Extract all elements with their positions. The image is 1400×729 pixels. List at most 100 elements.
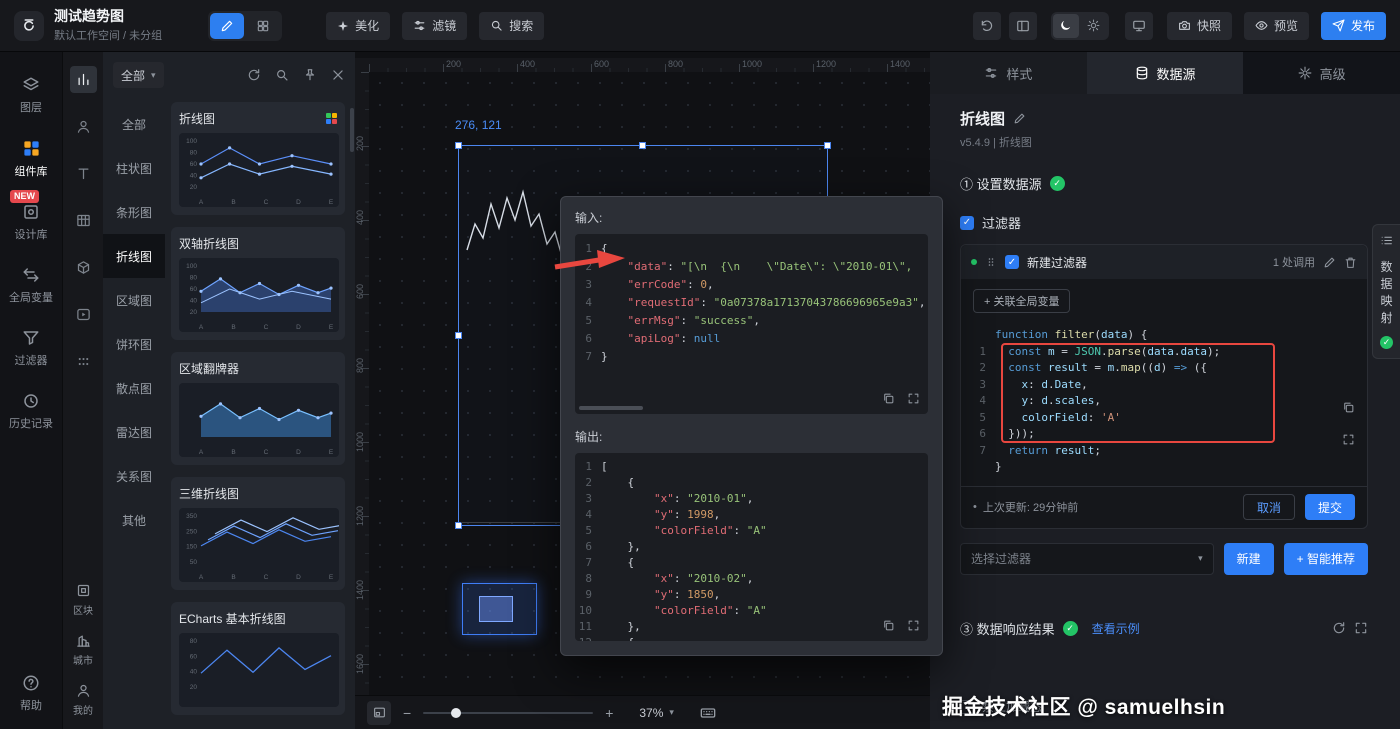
refresh-response-icon[interactable]	[1332, 621, 1346, 635]
beautify-button[interactable]: 美化	[326, 11, 391, 40]
display-adapt-button[interactable]	[1124, 11, 1153, 40]
filter-effects-button[interactable]: 滤镜	[402, 11, 468, 40]
category-item-柱状图[interactable]: 柱状图	[103, 146, 165, 190]
rail-media-button[interactable]	[70, 301, 97, 328]
widget-mode-button[interactable]	[246, 13, 280, 39]
dark-theme-button[interactable]	[1052, 13, 1079, 38]
new-filter-button[interactable]: 新建	[1223, 542, 1274, 575]
category-item-条形图[interactable]: 条形图	[103, 190, 165, 234]
rail-more-button[interactable]	[70, 348, 97, 375]
copy-code-icon[interactable]	[1342, 401, 1355, 417]
rename-icon[interactable]	[1013, 112, 1026, 125]
zoom-slider-knob[interactable]	[451, 707, 462, 718]
sidebar-item-layers[interactable]: 图层	[0, 76, 62, 115]
keyboard-shortcuts-button[interactable]	[700, 705, 716, 721]
resize-handle-n[interactable]	[639, 142, 646, 149]
expand-input-icon[interactable]	[907, 392, 920, 408]
search-panel-icon[interactable]	[275, 68, 289, 82]
horizontal-scrollbar[interactable]	[579, 406, 643, 410]
link-global-variable-button[interactable]: + 关联全局变量	[973, 289, 1071, 313]
category-item-区域图[interactable]: 区域图	[103, 278, 165, 322]
minimap-button[interactable]	[367, 700, 391, 725]
zoom-slider[interactable]	[423, 707, 594, 718]
sidebar-item-design-lib[interactable]: NEW 设计库	[0, 190, 62, 242]
category-item-散点图[interactable]: 散点图	[103, 366, 165, 410]
component-card-双轴折线图[interactable]: 双轴折线图 100 80 60 40 20 A B C D E	[171, 227, 345, 340]
component-card-区域翻牌器[interactable]: 区域翻牌器 A B C D E	[171, 352, 345, 465]
submit-button[interactable]: 提交	[1304, 494, 1355, 520]
rail-3d-button[interactable]	[70, 254, 97, 281]
rail-people-button[interactable]	[70, 113, 97, 140]
scope-select[interactable]: 全部 ▾	[113, 62, 164, 88]
rail-charts-button[interactable]	[69, 66, 97, 93]
category-item-其他[interactable]: 其他	[103, 498, 165, 542]
collapse-icon[interactable]	[1354, 621, 1368, 635]
close-icon[interactable]	[331, 68, 345, 82]
sidebar-item-filters[interactable]: 过滤器	[0, 329, 62, 368]
chevron-down-icon: ▾	[669, 707, 674, 717]
drag-grip-icon[interactable]	[985, 256, 997, 268]
layout-columns-button[interactable]	[1008, 11, 1037, 40]
filter-toggle-row: 过滤器	[960, 213, 1368, 232]
filter-toggle-checkbox[interactable]	[960, 215, 974, 230]
sidebar-item-history[interactable]: 历史记录	[0, 392, 62, 431]
category-item-折线图[interactable]: 折线图	[103, 234, 165, 278]
snapshot-button[interactable]: 快照	[1166, 11, 1232, 40]
resize-handle-nw[interactable]	[455, 142, 462, 149]
code-line: 3 "x": "2010-01",	[585, 492, 754, 505]
filter-code-editor[interactable]: function filter(data) {1 const m = JSON.…	[973, 323, 1355, 482]
refresh-icon[interactable]	[247, 68, 261, 82]
layout-columns-icon	[1016, 19, 1030, 33]
svg-text:E: E	[329, 199, 334, 206]
component-title: 折线图	[960, 111, 1006, 128]
expand-code-icon[interactable]	[1342, 433, 1355, 449]
rail-text-button[interactable]	[70, 160, 97, 187]
light-theme-button[interactable]	[1081, 14, 1107, 38]
view-example-link[interactable]: 查看示例	[1092, 620, 1140, 637]
zoom-level-select[interactable]: 37% ▾	[639, 706, 674, 720]
resize-handle-w[interactable]	[455, 331, 462, 339]
edit-mode-button[interactable]	[210, 12, 245, 39]
data-mapping-rail[interactable]: 数据映射	[1372, 224, 1400, 359]
preview-button[interactable]: 预览	[1243, 11, 1309, 40]
tab-advanced[interactable]: 高级	[1243, 52, 1400, 94]
filter-input-editor[interactable]: 1{2 "data": "[\n {\n \"Date\": \"2010-01…	[575, 234, 928, 414]
filter-enabled-checkbox[interactable]	[1005, 255, 1019, 269]
tab-style[interactable]: 样式	[930, 52, 1087, 94]
zoom-out-button[interactable]: −	[403, 705, 411, 721]
smart-recommend-button[interactable]: + 智能推荐	[1283, 542, 1368, 575]
rail-mine-item[interactable]: 我的	[73, 683, 93, 717]
search-button[interactable]: 搜索	[479, 11, 545, 40]
component-card-ECharts 基本折线图[interactable]: ECharts 基本折线图 80 60 40 20	[171, 602, 345, 715]
component-card-折线图[interactable]: 折线图 100 80 60 40 20 A B C D E	[171, 102, 345, 215]
history-button[interactable]	[972, 11, 1001, 40]
canvas-secondary-component[interactable]	[462, 583, 537, 635]
pin-icon[interactable]	[303, 68, 317, 82]
zoom-in-button[interactable]: +	[605, 705, 613, 721]
delete-filter-icon[interactable]	[1344, 256, 1357, 269]
app-logo[interactable]	[14, 10, 44, 41]
rail-city-item[interactable]: 城市	[73, 633, 93, 667]
cancel-button[interactable]: 取消	[1242, 494, 1295, 520]
rail-block-item[interactable]: 区块	[73, 583, 93, 617]
expand-output-icon[interactable]	[907, 619, 920, 635]
panel-scrollbar[interactable]	[350, 108, 354, 152]
category-item-全部[interactable]: 全部	[103, 102, 165, 146]
category-item-关系图[interactable]: 关系图	[103, 454, 165, 498]
publish-button[interactable]: 发布	[1320, 11, 1386, 40]
resize-handle-ne[interactable]	[824, 142, 831, 149]
category-item-饼环图[interactable]: 饼环图	[103, 322, 165, 366]
sidebar-item-components[interactable]: 组件库	[0, 139, 62, 179]
edit-filter-icon[interactable]	[1323, 256, 1336, 269]
resize-handle-sw[interactable]	[455, 522, 462, 529]
rail-table-button[interactable]	[70, 207, 97, 234]
category-item-雷达图[interactable]: 雷达图	[103, 410, 165, 454]
filter-output-editor[interactable]: 1[2 {3 "x": "2010-01", 4 "y": 1998, 5 "col…	[575, 453, 928, 641]
filter-select[interactable]: 选择过滤器 ▾	[960, 542, 1214, 575]
sidebar-item-help[interactable]: 帮助	[0, 674, 62, 713]
sidebar-item-global-variables[interactable]: 全局变量	[0, 266, 62, 305]
copy-output-icon[interactable]	[882, 619, 895, 635]
tab-datasource[interactable]: 数据源	[1086, 52, 1244, 94]
component-card-三维折线图[interactable]: 三维折线图 350 250 150 50 A B C D E	[171, 477, 345, 590]
copy-input-icon[interactable]	[882, 392, 895, 408]
